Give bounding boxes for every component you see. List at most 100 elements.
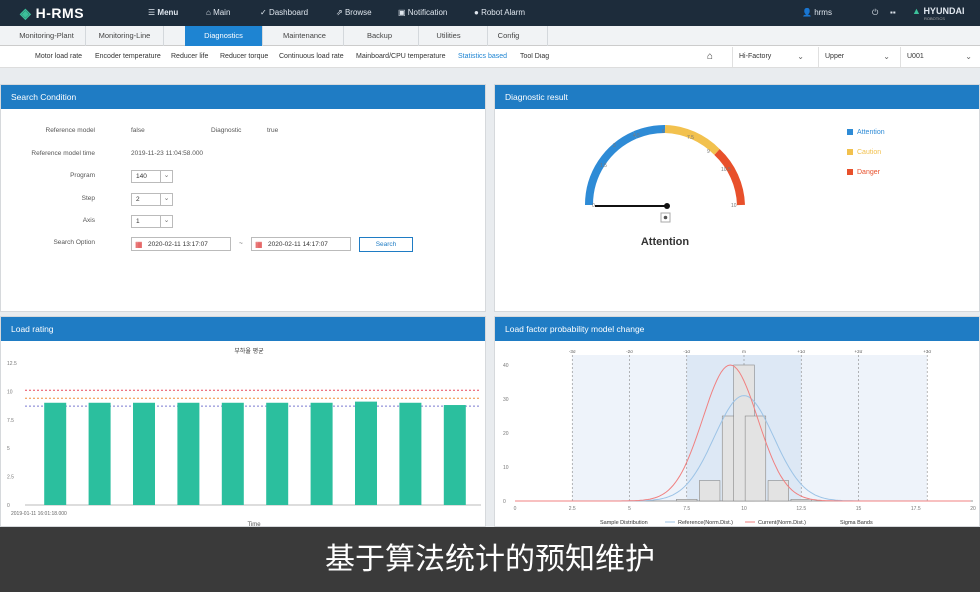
sigma-label: +3σ — [923, 349, 931, 354]
bar — [310, 402, 333, 505]
legend-caution: Caution — [847, 149, 881, 156]
main-tabs: Monitoring-Plant Monitoring-Line Diagnos… — [0, 26, 980, 46]
chevron-down-icon: ⌄ — [965, 52, 972, 61]
menu-button[interactable]: ☰ Menu — [148, 8, 178, 17]
legend-danger: Danger — [847, 169, 880, 176]
range-separator: ~ — [239, 240, 243, 247]
search-option-label: Search Option — [53, 239, 95, 246]
menu-icon: ☰ — [148, 8, 158, 17]
main-button[interactable]: ⌂ Main — [206, 8, 230, 17]
top-bar: ◈ H-RMS ☰ Menu ⌂ Main ✓ Dashboard ⇗ Brow… — [0, 0, 980, 26]
panel-title: Search Condition — [1, 85, 485, 109]
subtab-mainboard-cpu-temperature[interactable]: Mainboard/CPU temperature — [356, 53, 446, 60]
bar — [266, 402, 289, 505]
histogram-bar — [699, 480, 721, 502]
histogram-bar — [676, 499, 698, 502]
x-tick-label: 20 — [970, 506, 976, 512]
alarm-icon: ● — [474, 8, 482, 17]
home-icon[interactable]: ⌂ — [707, 51, 713, 62]
y-tick-label: 30 — [503, 397, 509, 403]
subtab-reducer-torque[interactable]: Reducer torque — [220, 53, 268, 60]
power-icon[interactable]: ⏻ — [872, 8, 878, 18]
search-condition-panel: Search Condition Reference model false D… — [0, 84, 486, 312]
apps-grid-icon[interactable]: ▪▪ — [890, 8, 896, 17]
chevron-down-icon: ⌄ — [797, 52, 804, 61]
calendar-icon: ▦ — [135, 240, 143, 249]
y-tick-label: 7.5 — [7, 418, 14, 424]
gauge-tick: 7.5 — [687, 135, 694, 141]
calendar-icon: ▦ — [255, 240, 263, 249]
x-tick-label: 2.5 — [569, 506, 576, 512]
chevron-down-icon: ⌄ — [160, 216, 172, 227]
subtab-continuous-load-rate[interactable]: Continuous load rate — [279, 53, 344, 60]
chart-legend: Sample Distribution Reference(Norm.Dist.… — [600, 520, 873, 526]
diagnostic-result-panel: Diagnostic result 1.5 3 4.5 6 7.5 9 10.5… — [494, 84, 980, 312]
legend-sample: Sample Distribution — [600, 520, 648, 526]
bar — [221, 402, 244, 505]
chevron-down-icon: ⌄ — [160, 194, 172, 205]
subtab-tool-diag[interactable]: Tool Diag — [520, 53, 550, 60]
sigma-label: -3σ — [569, 349, 576, 354]
subtab-reducer-life[interactable]: Reducer life — [171, 53, 208, 60]
subtab-motor-load-rate[interactable]: Motor load rate — [35, 53, 82, 60]
gauge-max: 10 — [731, 203, 737, 209]
gauge-chart: 1.5 3 4.5 6 7.5 9 10.5 0 10 Attention — [584, 124, 745, 248]
program-select[interactable]: 140 ⌄ — [131, 170, 173, 183]
search-button[interactable]: Search — [359, 237, 413, 252]
x-tick-label: 17.5 — [911, 506, 921, 512]
home-icon: ⌂ — [206, 8, 214, 17]
program-label: Program — [70, 172, 95, 179]
tab-maintenance[interactable]: Maintenance — [266, 26, 344, 46]
tab-monitoring-plant[interactable]: Monitoring-Plant — [8, 26, 86, 46]
factory-select[interactable]: Hi-Factory ⌄ — [732, 47, 810, 67]
gauge-tick: 9 — [707, 149, 710, 155]
axis-select[interactable]: 1 ⌄ — [131, 215, 173, 228]
y-tick-label: 5 — [7, 446, 10, 452]
y-tick-label: 2.5 — [7, 475, 14, 481]
end-datetime-input[interactable]: ▦ 2020-02-11 14:17:07 — [251, 237, 351, 251]
gauge-tick: 4.5 — [633, 133, 640, 139]
chevron-down-icon: ⌄ — [160, 171, 172, 182]
x-tick-label: 5 — [628, 506, 631, 512]
tab-backup[interactable]: Backup — [341, 26, 419, 46]
bar — [443, 405, 466, 505]
subtab-statistics-based[interactable]: Statistics based — [458, 53, 507, 60]
y-tick-label: 12.5 — [7, 361, 17, 367]
subtab-encoder-temperature[interactable]: Encoder temperature — [95, 53, 161, 60]
diagnostic-label: Diagnostic — [211, 127, 242, 134]
x-tick-label: 7.5 — [683, 506, 690, 512]
notification-button[interactable]: ▣ Notification — [398, 8, 447, 17]
chart-icon: ✓ — [260, 8, 269, 17]
robot-alarm-button[interactable]: ● Robot Alarm — [474, 8, 525, 17]
start-datetime-input[interactable]: ▦ 2020-02-11 13:17:07 — [131, 237, 231, 251]
user-menu[interactable]: 👤 hrms — [802, 8, 832, 17]
x-tick-label: 15 — [856, 506, 862, 512]
chart-title: 부하율 평균 — [234, 347, 264, 355]
legend-attention: Attention — [847, 129, 885, 136]
browse-button[interactable]: ⇗ Browse — [336, 8, 372, 17]
chart-timestamp: 2019-01-11 16:01:18.000 — [11, 511, 67, 517]
gauge-tick: 6 — [662, 129, 665, 135]
y-tick-label: 10 — [7, 389, 13, 395]
y-tick-label: 40 — [503, 363, 509, 369]
probability-chart: Sample Distribution Reference(Norm.Dist.… — [503, 349, 976, 526]
tab-diagnostics[interactable]: Diagnostics — [185, 26, 263, 46]
browse-icon: ⇗ — [336, 8, 345, 17]
panel-title: Diagnostic result — [495, 85, 979, 109]
reference-model-value: false — [131, 127, 145, 134]
y-tick-label: 0 — [7, 503, 10, 509]
step-select[interactable]: 2 ⌄ — [131, 193, 173, 206]
robot-select[interactable]: U001 ⌄ — [900, 47, 978, 67]
tab-monitoring-line[interactable]: Monitoring-Line — [86, 26, 164, 46]
brand-sub: ROBOTICS — [924, 16, 945, 21]
gauge-value-dot — [663, 215, 668, 220]
tab-config[interactable]: Config — [470, 26, 548, 46]
gauge-attention-arc — [584, 131, 637, 206]
brand-logo: ▲ HYUNDAI — [912, 6, 965, 16]
line-select[interactable]: Upper ⌄ — [818, 47, 896, 67]
sigma-label: m — [742, 349, 746, 354]
x-tick-label: 12.5 — [796, 506, 806, 512]
app-logo[interactable]: ◈ H-RMS — [20, 5, 84, 22]
sigma-label: -2σ — [626, 349, 633, 354]
dashboard-button[interactable]: ✓ Dashboard — [260, 8, 308, 17]
